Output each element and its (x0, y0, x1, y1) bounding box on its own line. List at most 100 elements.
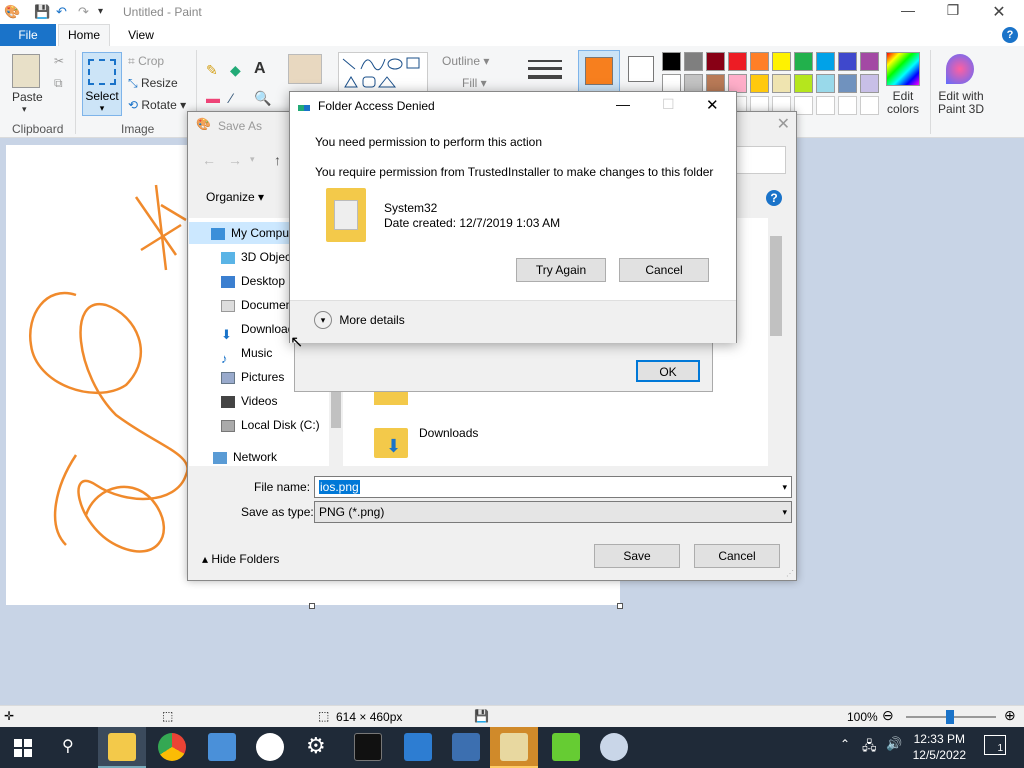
help-icon[interactable]: ? (1002, 27, 1018, 43)
up-icon[interactable]: ↑ (274, 152, 281, 168)
notifications-icon[interactable]: 1 (984, 735, 1006, 755)
rotate-button[interactable]: ⟲ Rotate ▾ (128, 98, 186, 112)
palette-color-swatch[interactable] (794, 52, 813, 71)
crop-button[interactable]: ⌗ Crop (128, 54, 164, 69)
edit-colors-icon[interactable] (886, 52, 920, 86)
edit-colors-button[interactable]: Edit colors (886, 90, 920, 116)
size-icon[interactable] (528, 56, 562, 84)
resize-grip-icon[interactable]: ⋰ (786, 569, 794, 578)
nav-item-my-computer[interactable]: My Computer (189, 222, 289, 244)
cancel-button[interactable]: Cancel (694, 544, 780, 568)
customize-quick-access-icon[interactable]: ▾ (98, 6, 103, 17)
recent-locations-icon[interactable]: ▾ (250, 154, 255, 165)
save-icon[interactable]: 💾 (34, 4, 50, 20)
palette-color-swatch[interactable] (706, 52, 725, 71)
zoom-in-button[interactable]: ⊕ (1004, 707, 1016, 724)
save-type-select[interactable]: PNG (*.png) ▾ (314, 501, 792, 523)
nav-item-local-disk[interactable]: Local Disk (C:) (189, 414, 329, 436)
paste-icon[interactable] (12, 54, 40, 88)
network-app-icon[interactable] (452, 733, 480, 761)
custom-color-slot[interactable] (860, 96, 879, 115)
volume-icon[interactable]: 🔊 (886, 736, 902, 752)
palette-color-swatch[interactable] (838, 74, 857, 93)
shapes-gallery[interactable] (338, 52, 428, 94)
more-details-toggle[interactable]: ▾ More details (314, 311, 405, 329)
paste-dropdown-icon[interactable]: ▾ (22, 104, 27, 115)
help-icon[interactable]: ? (766, 190, 782, 206)
color-picker-icon[interactable]: ⁄ (230, 90, 232, 106)
paint3d-icon[interactable] (946, 54, 974, 84)
select-button[interactable]: Select ▾ (82, 52, 122, 116)
paint-taskbar-button[interactable] (490, 727, 538, 768)
palette-color-swatch[interactable] (860, 74, 879, 93)
start-windows-icon[interactable] (14, 739, 32, 757)
chrome-icon[interactable] (158, 733, 186, 761)
minimize-button[interactable]: — (616, 96, 630, 112)
palette-color-swatch[interactable] (684, 52, 703, 71)
zoom-out-button[interactable]: ⊖ (882, 707, 894, 724)
palette-color-swatch[interactable] (794, 74, 813, 93)
tab-view[interactable]: View (116, 24, 166, 46)
brushes-icon[interactable] (288, 54, 322, 84)
color1-button[interactable] (578, 50, 620, 96)
maximize-button[interactable]: ❐ (938, 2, 968, 19)
palette-color-swatch[interactable] (860, 52, 879, 71)
nav-item-videos[interactable]: Videos (189, 390, 329, 412)
tab-file[interactable]: File (0, 24, 56, 46)
palette-color-swatch[interactable] (728, 52, 747, 71)
palette-color-swatch[interactable] (772, 74, 791, 93)
zoom-slider[interactable] (906, 710, 996, 724)
color2-swatch[interactable] (628, 56, 654, 82)
search-icon[interactable]: ⚲ (62, 736, 74, 756)
chevron-up-icon[interactable]: ⌃ (840, 737, 850, 751)
palette-color-swatch[interactable] (750, 74, 769, 93)
app-icon[interactable] (208, 733, 236, 761)
terminal-icon[interactable] (354, 733, 382, 761)
content-scrollbar[interactable] (768, 218, 784, 466)
resize-handle-corner[interactable] (617, 603, 623, 609)
try-again-button[interactable]: Try Again (516, 258, 606, 282)
back-icon[interactable]: ← (202, 152, 216, 168)
tab-home[interactable]: Home (58, 24, 110, 46)
network-status-icon[interactable]: 🖧 (862, 737, 877, 759)
cut-icon[interactable]: ✂ (54, 54, 64, 68)
copy-icon[interactable]: ⧉ (54, 76, 63, 91)
text-tool-icon[interactable]: A (254, 60, 266, 78)
palette-color-swatch[interactable] (772, 52, 791, 71)
fill-button[interactable]: Fill ▾ (462, 76, 487, 90)
magnifier-icon[interactable]: 🔍 (254, 90, 271, 107)
save-as-close-button[interactable]: ✕ (777, 114, 790, 134)
custom-color-slot[interactable] (838, 96, 857, 115)
remote-desktop-icon[interactable] (404, 733, 432, 761)
close-button[interactable]: ✕ (706, 96, 719, 114)
custom-color-slot[interactable] (816, 96, 835, 115)
hide-folders-button[interactable]: ▴ Hide Folders (202, 552, 279, 566)
edit-with-paint3d-button[interactable]: Edit with Paint 3D (936, 90, 986, 116)
content-scrollbar-thumb[interactable] (770, 236, 782, 336)
ok-button[interactable]: OK (636, 360, 700, 382)
save-button[interactable]: Save (594, 544, 680, 568)
palette-app-icon[interactable] (600, 733, 628, 761)
organize-button[interactable]: Organize ▾ (206, 190, 264, 204)
system-clock[interactable]: 12:33 PM 12/5/2022 (913, 731, 966, 763)
palette-color-swatch[interactable] (750, 52, 769, 71)
redo-icon[interactable]: ↷ (78, 4, 89, 20)
file-name-input[interactable]: ios.png ▾ (314, 476, 792, 498)
palette-color-swatch[interactable] (662, 52, 681, 71)
clock-app-icon[interactable] (256, 733, 284, 761)
resize-handle-bottom[interactable] (309, 603, 315, 609)
resize-button[interactable]: ⤡ Resize (128, 76, 178, 91)
close-button[interactable]: ✕ (984, 2, 1014, 22)
minimize-button[interactable]: — (893, 2, 923, 18)
palette-color-swatch[interactable] (816, 52, 835, 71)
outline-button[interactable]: Outline ▾ (442, 54, 489, 68)
list-item[interactable]: Downloads (419, 426, 478, 440)
settings-gear-icon[interactable]: ⚙ (306, 733, 326, 759)
undo-icon[interactable]: ↶ (56, 4, 67, 20)
cancel-button[interactable]: Cancel (619, 258, 709, 282)
palette-color-swatch[interactable] (838, 52, 857, 71)
bug-app-icon[interactable] (552, 733, 580, 761)
pencil-icon[interactable]: ✎ (206, 62, 218, 79)
nav-item-network[interactable]: Network (189, 446, 329, 468)
fill-bucket-icon[interactable]: ◆ (230, 62, 241, 79)
